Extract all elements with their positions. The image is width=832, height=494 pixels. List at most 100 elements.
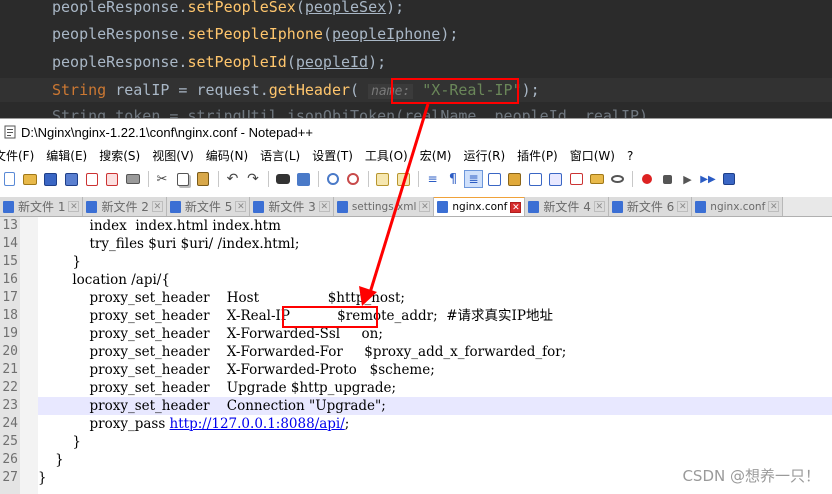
toolbar-separator bbox=[147, 171, 149, 187]
tab-new-file-1[interactable]: 新文件 1 ✕ bbox=[0, 197, 84, 216]
file-icon bbox=[437, 201, 449, 213]
tab-close-icon[interactable]: ✕ bbox=[151, 201, 163, 212]
monitor-icon[interactable] bbox=[567, 170, 586, 188]
ide-code-line: peopleResponse.setPeopleIphone(peopleIph… bbox=[52, 25, 459, 43]
function-list-icon[interactable] bbox=[526, 170, 545, 188]
line-number: 23 bbox=[2, 398, 18, 413]
paste-icon[interactable] bbox=[194, 170, 213, 188]
toolbar-separator bbox=[218, 171, 219, 187]
ide-code-line: peopleResponse.setPeopleSex(peopleSex); bbox=[52, 0, 405, 16]
tab-new-file-5[interactable]: 新文件 5 ✕ bbox=[166, 197, 251, 216]
code-line: proxy_set_header Upgrade $http_upgrade; bbox=[38, 380, 397, 396]
save-all-icon[interactable] bbox=[62, 170, 81, 188]
folder-icon[interactable] bbox=[587, 170, 606, 188]
line-number: 24 bbox=[2, 416, 18, 431]
annotation-box-header-arg bbox=[391, 78, 519, 104]
folder-workspace-icon[interactable] bbox=[546, 170, 565, 188]
tab-bar: 新文件 1 ✕ 新文件 2 ✕ 新文件 5 ✕ 新文件 3 ✕ settings.xml… bbox=[0, 197, 832, 217]
line-number: 18 bbox=[2, 308, 18, 323]
code-line: index index.html index.htm bbox=[38, 218, 281, 234]
doc-map-icon[interactable] bbox=[505, 170, 524, 188]
ide-code-line: peopleResponse.setPeopleId(peopleId); bbox=[52, 53, 387, 71]
code-line-x-real-ip: proxy_set_header X-Real-IP $remote_addr;… bbox=[38, 308, 553, 324]
save-macro-icon[interactable] bbox=[719, 170, 738, 188]
sync-h-icon[interactable] bbox=[394, 170, 413, 188]
undo-icon[interactable]: ↶ bbox=[223, 170, 242, 188]
notepadpp-app-icon bbox=[3, 125, 17, 139]
menu-plugins[interactable]: 插件(P) bbox=[511, 145, 564, 167]
line-number: 21 bbox=[2, 362, 18, 377]
file-icon bbox=[3, 200, 14, 213]
line-number: 16 bbox=[2, 272, 18, 287]
menu-macro[interactable]: 宏(M) bbox=[414, 145, 458, 167]
close-icon[interactable] bbox=[82, 170, 101, 188]
sync-v-icon[interactable] bbox=[373, 170, 392, 188]
menu-edit[interactable]: 编辑(E) bbox=[40, 145, 93, 167]
indent-guide-icon[interactable]: ≣ bbox=[464, 170, 483, 188]
print-icon[interactable] bbox=[123, 170, 142, 188]
menu-language[interactable]: 语言(L) bbox=[254, 145, 306, 167]
find-icon[interactable] bbox=[273, 170, 292, 188]
tab-nginx-conf-active[interactable]: nginx.conf ✕ bbox=[434, 197, 526, 216]
open-file-icon[interactable] bbox=[21, 170, 40, 188]
menu-file[interactable]: 文件(F) bbox=[0, 145, 40, 167]
replace-icon[interactable] bbox=[294, 170, 313, 188]
tab-close-icon[interactable]: ✕ bbox=[68, 201, 80, 212]
menu-run[interactable]: 运行(R) bbox=[457, 145, 511, 167]
word-wrap-icon[interactable]: ≡ bbox=[423, 170, 442, 188]
code-line: try_files $uri $uri/ /index.html; bbox=[38, 236, 300, 252]
menu-window[interactable]: 窗口(W) bbox=[564, 145, 621, 167]
tab-new-file-6[interactable]: 新文件 6 ✕ bbox=[608, 197, 693, 216]
record-macro-icon[interactable] bbox=[637, 170, 656, 188]
eye-icon[interactable] bbox=[608, 170, 627, 188]
tab-close-icon[interactable]: ✕ bbox=[677, 201, 689, 212]
tab-settings-xml[interactable]: settings.xml ✕ bbox=[333, 197, 435, 216]
tab-nginx-conf[interactable]: nginx.conf ✕ bbox=[692, 197, 784, 216]
menu-view[interactable]: 视图(V) bbox=[146, 145, 200, 167]
line-number: 14 bbox=[2, 236, 18, 251]
menu-settings[interactable]: 设置(T) bbox=[306, 145, 359, 167]
menu-search[interactable]: 搜索(S) bbox=[93, 145, 146, 167]
code-line: proxy_set_header Host $http_host; bbox=[38, 290, 405, 306]
zoom-out-icon[interactable] bbox=[344, 170, 363, 188]
redo-icon[interactable]: ↷ bbox=[244, 170, 263, 188]
toolbar: ✂ ↶ ↷ ≡ ¶ ≣ ▶ ▶▶ bbox=[0, 167, 832, 191]
tab-close-icon[interactable]: ✕ bbox=[419, 201, 431, 212]
tab-close-icon[interactable]: ✕ bbox=[593, 201, 605, 212]
line-number: 25 bbox=[2, 434, 18, 449]
save-icon[interactable] bbox=[41, 170, 60, 188]
tab-new-file-2[interactable]: 新文件 2 ✕ bbox=[83, 197, 167, 216]
show-all-chars-icon[interactable]: ¶ bbox=[444, 170, 463, 188]
code-line: location /api/{ bbox=[38, 272, 170, 288]
tab-close-icon[interactable]: ✕ bbox=[318, 201, 330, 212]
toolbar-separator bbox=[368, 171, 369, 187]
cut-icon[interactable]: ✂ bbox=[153, 170, 172, 188]
udl-icon[interactable] bbox=[485, 170, 504, 188]
window-title: D:\Nginx\nginx-1.22.1\conf\nginx.conf - … bbox=[21, 124, 313, 140]
close-all-icon[interactable] bbox=[103, 170, 122, 188]
tab-close-icon[interactable]: ✕ bbox=[235, 201, 247, 212]
tab-new-file-4[interactable]: 新文件 4 ✕ bbox=[525, 197, 609, 216]
toolbar-separator bbox=[418, 171, 419, 187]
menu-help[interactable]: ? bbox=[621, 145, 639, 167]
watermark: CSDN @想养一只！ bbox=[682, 467, 820, 485]
code-line: proxy_set_header X-Forwarded-Ssl on; bbox=[38, 326, 383, 342]
code-editor[interactable]: 13 index index.html index.htm 14 try_fil… bbox=[0, 217, 832, 494]
tab-new-file-3[interactable]: 新文件 3 ✕ bbox=[250, 197, 334, 216]
run-macro-multiple-icon[interactable]: ▶▶ bbox=[699, 170, 718, 188]
tab-close-icon[interactable]: ✕ bbox=[510, 201, 522, 213]
proxy-pass-url-link[interactable]: http://127.0.0.1:8088/api/ bbox=[170, 416, 345, 432]
line-number: 26 bbox=[2, 452, 18, 467]
new-file-icon[interactable] bbox=[0, 170, 19, 188]
copy-icon[interactable] bbox=[173, 170, 192, 188]
zoom-in-icon[interactable] bbox=[323, 170, 342, 188]
stop-macro-icon[interactable] bbox=[658, 170, 677, 188]
line-number: 27 bbox=[2, 470, 18, 485]
play-macro-icon[interactable]: ▶ bbox=[678, 170, 697, 188]
line-number: 22 bbox=[2, 380, 18, 395]
file-icon bbox=[528, 200, 540, 213]
menu-tools[interactable]: 工具(O) bbox=[359, 145, 414, 167]
tab-close-icon[interactable]: ✕ bbox=[768, 201, 780, 212]
code-line: } bbox=[38, 434, 81, 450]
menu-encoding[interactable]: 编码(N) bbox=[200, 145, 254, 167]
